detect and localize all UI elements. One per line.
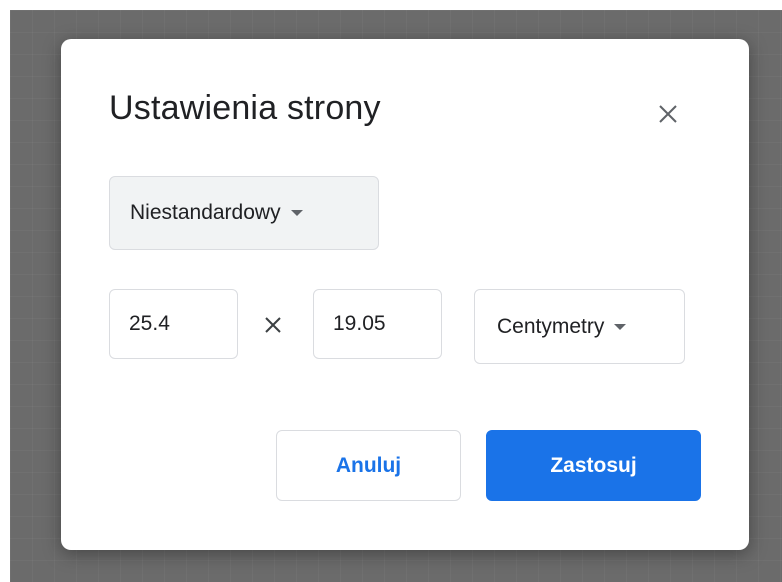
unit-value: Centymetry bbox=[497, 314, 605, 338]
close-icon bbox=[659, 105, 677, 123]
dialog-title: Ustawienia strony bbox=[109, 89, 381, 127]
width-input[interactable]: 25.4 bbox=[109, 289, 238, 359]
cancel-button[interactable]: Anuluj bbox=[276, 430, 461, 501]
width-value: 25.4 bbox=[129, 312, 170, 335]
close-button[interactable] bbox=[651, 97, 685, 131]
height-input[interactable]: 19.05 bbox=[313, 289, 442, 359]
multiply-icon bbox=[265, 317, 281, 333]
page-setup-dialog: Ustawienia strony Niestandardowy 25.4 19… bbox=[61, 39, 749, 550]
height-value: 19.05 bbox=[333, 312, 386, 335]
page-size-value: Niestandardowy bbox=[130, 201, 281, 224]
caret-down-icon bbox=[290, 210, 303, 216]
cancel-label: Anuluj bbox=[335, 453, 402, 477]
apply-button[interactable]: Zastosuj bbox=[486, 430, 701, 501]
apply-label: Zastosuj bbox=[550, 453, 637, 477]
page-size-dropdown[interactable]: Niestandardowy bbox=[109, 176, 379, 250]
caret-down-icon bbox=[614, 323, 627, 330]
unit-dropdown[interactable]: Centymetry bbox=[474, 289, 685, 364]
